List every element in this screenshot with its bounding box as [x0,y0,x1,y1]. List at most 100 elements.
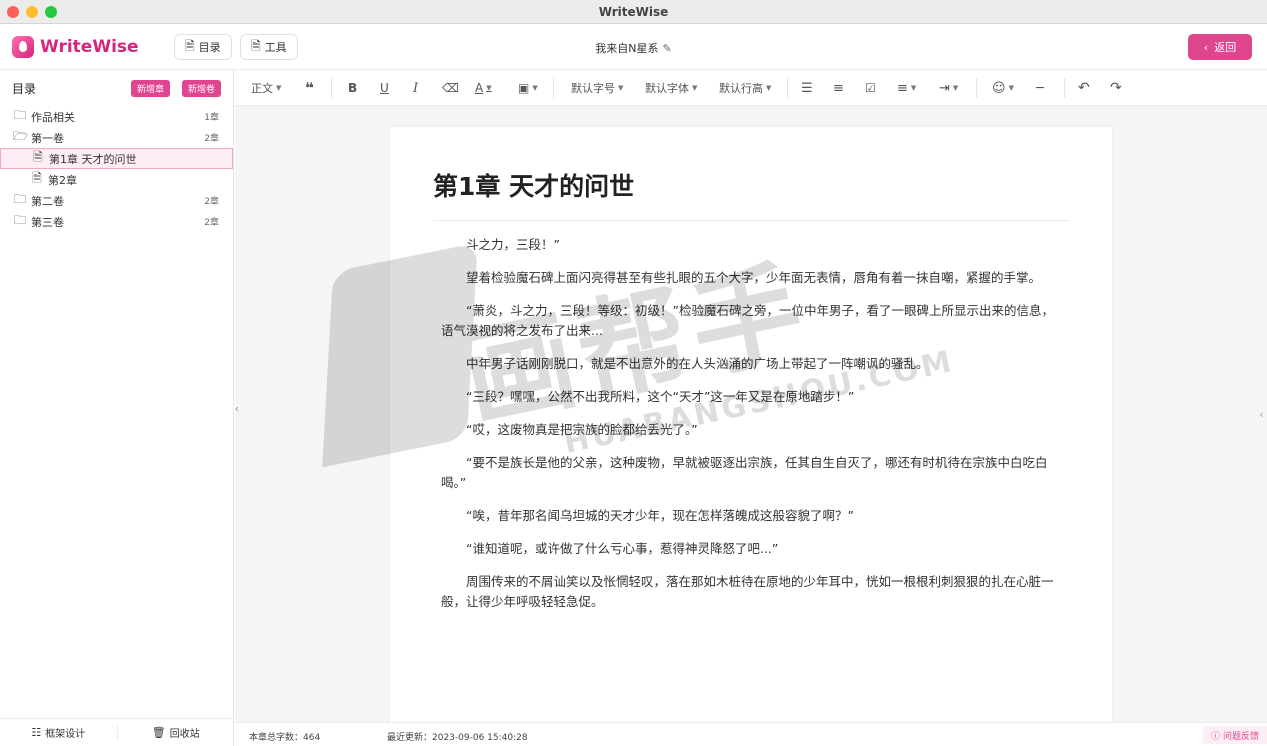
chevron-left-icon: ‹ [1259,407,1264,421]
horizontal-rule-icon: ─ [1036,80,1044,96]
framework-design-button[interactable]: ☷ 框架设计 [0,719,117,746]
font-family-dropdown[interactable]: 默认字体 ▼ [645,70,697,106]
folder-icon: 🗀 [13,192,26,206]
tree-item-count: 1章 [204,113,219,123]
undo-button[interactable]: ↶ [1078,70,1090,106]
tree-item-label: 第一卷 [31,131,64,145]
document-title-text: 我来自N星系 [595,42,659,55]
folder-icon: 🗀 [13,213,26,227]
bold-button[interactable]: B [348,70,357,106]
quote-button[interactable]: ❝ [305,70,314,106]
collapse-sidebar-toggle[interactable]: ‹ [231,397,243,419]
paragraph: 望着检验魔石碑上面闪亮得甚至有些扎眼的五个大字，少年面无表情，唇角有着一抹自嘲，… [466,270,1042,285]
toolbar-divider [553,78,554,98]
indent-dropdown[interactable]: ⇥ ▼ [939,70,958,106]
italic-button[interactable]: I [413,70,418,106]
toolbar-divider [331,78,332,98]
numbered-list-button[interactable]: ≡ [833,70,844,106]
font-color-icon: A [475,81,484,95]
document-page[interactable]: 第1章 天才的问世 斗之力，三段！” 望着检验魔石碑上面闪亮得甚至有些扎眼的五个… [390,127,1112,746]
underline-button[interactable]: U [380,70,389,106]
divider-button[interactable]: ─ [1036,70,1044,106]
font-family-value: 默认字体 [645,82,689,95]
paragraph: “萧炎，斗之力，三段！等级：初级！”检验魔石碑之旁，一位中年男子，看了一眼碑上所… [441,303,1054,338]
paragraph: “唉，昔年那名闻乌坦城的天才少年，现在怎样落魄成这般容貌了啊？” [466,508,854,523]
back-button[interactable]: ‹ 返回 [1188,34,1252,60]
numbered-list-icon: ≡ [833,80,844,96]
paragraph: “谁知道呢，或许做了什么亏心事，惹得神灵降怒了吧...” [466,541,779,556]
tree-item-label: 第二卷 [31,194,64,208]
sitemap-icon: ☷ [31,726,42,739]
italic-icon: I [413,80,419,96]
catalog-tree: 🗀 作品相关 1章 🗁 第一卷 2章 🗎 第1章 天才的问世 🗎 第2章 🗀 第… [0,106,233,232]
background-color-dropdown[interactable]: ▣ ▼ [518,70,538,106]
line-height-value: 默认行高 [719,82,763,95]
tree-item-volume-3[interactable]: 🗀 第三卷 2章 [0,211,233,232]
tree-item-chapter-2[interactable]: 🗎 第2章 [0,169,233,190]
toolbar-divider [787,78,788,98]
highlight-icon: ▣ [518,81,530,95]
underline-icon: U [380,81,389,95]
align-dropdown[interactable]: ≡ ▼ [897,70,916,106]
expand-right-panel-toggle[interactable]: ‹ [1256,403,1267,425]
quote-icon: ❝ [305,79,314,97]
paragraph: “哎，这废物真是把宗族的脸都给丢光了。” [466,422,698,437]
feedback-button[interactable]: ⓘ 问题反馈 [1202,726,1267,744]
folder-open-icon: 🗁 [13,129,28,143]
title-divider [433,220,1069,221]
trash-icon: 🗑 [151,726,166,739]
tree-item-label: 作品相关 [31,110,75,124]
chevron-left-icon: ‹ [1203,40,1209,54]
back-button-label: 返回 [1214,41,1237,54]
paragraph: 斗之力，三段！” [466,237,560,252]
eraser-icon: ⌫ [442,81,459,95]
window-titlebar: WriteWise [0,0,1267,24]
chevron-left-icon: ‹ [234,401,240,415]
edit-pencil-icon[interactable]: ✎ [663,42,672,55]
caret-down-icon: ▼ [766,84,772,92]
font-size-dropdown[interactable]: 默认字号 ▼ [571,70,623,106]
tree-item-label: 第2章 [48,173,77,187]
paragraph: “要不是族长是他的父亲，这种废物，早就被驱逐出宗族，任其自生自灭了，哪还有时机待… [441,455,1048,490]
caret-down-icon: ▼ [486,84,492,92]
task-list-button[interactable]: ☑ [865,70,876,106]
tree-item-volume-1[interactable]: 🗁 第一卷 2章 [0,127,233,148]
line-height-dropdown[interactable]: 默认行高 ▼ [719,70,771,106]
sidebar-header: 目录 新增章 新增卷 [0,70,233,106]
document-title[interactable]: 我来自N星系 ✎ [0,40,1267,56]
caret-down-icon: ▼ [276,84,282,92]
last-update: 最近更新：2023-09-06 15:40:28 [387,733,528,743]
redo-button[interactable]: ↷ [1110,70,1122,106]
chapter-body[interactable]: 斗之力，三段！” 望着检验魔石碑上面闪亮得甚至有些扎眼的五个大字，少年面无表情，… [441,235,1061,625]
emoji-dropdown[interactable]: ☺ ▼ [992,70,1014,106]
add-chapter-button[interactable]: 新增章 [130,79,170,97]
checkbox-icon: ☑ [865,81,876,95]
eraser-button[interactable]: ⌫ [442,70,459,106]
tree-item-label: 第1章 天才的问世 [49,152,137,166]
indent-icon: ⇥ [939,80,950,96]
catalog-sidebar: 目录 新增章 新增卷 🗀 作品相关 1章 🗁 第一卷 2章 🗎 第1章 天才的问… [0,70,234,746]
align-left-icon: ≡ [897,80,908,96]
toolbar-divider [1064,78,1065,98]
document-icon: 🗎 [32,171,42,185]
paragraph: 中年男子话刚刚脱口，就是不出意外的在人头汹涌的广场上带起了一阵嘲讽的骚乱。 [466,356,929,371]
tree-item-count: 2章 [204,218,219,228]
window-title: WriteWise [598,5,669,19]
bold-icon: B [348,81,358,95]
font-color-dropdown[interactable]: A ▼ [475,70,492,106]
caret-down-icon: ▼ [910,84,917,92]
add-volume-button[interactable]: 新增卷 [181,79,221,97]
redo-icon: ↷ [1110,80,1122,96]
tree-item-chapter-1[interactable]: 🗎 第1章 天才的问世 [0,148,233,169]
editor-area: 正文 ▼ ❝ B U I ⌫ A ▼ ▣ ▼ 默认字号 ▼ 默认字体 ▼ 默认行高 ▼ ☰ … [235,70,1267,746]
paragraph-style-dropdown[interactable]: 正文 ▼ [251,70,281,106]
bullet-list-button[interactable]: ☰ [801,70,813,106]
toolbar-divider [976,78,977,98]
word-count: 本章总字数：464 [249,733,321,743]
editor-toolbar: 正文 ▼ ❝ B U I ⌫ A ▼ ▣ ▼ 默认字号 ▼ 默认字体 ▼ 默认行高 ▼ ☰ … [235,70,1267,106]
recycle-bin-button[interactable]: 🗑 回收站 [118,719,235,746]
feedback-label: 问题反馈 [1222,731,1259,742]
tree-item-volume-2[interactable]: 🗀 第二卷 2章 [0,190,233,211]
tree-item-works-related[interactable]: 🗀 作品相关 1章 [0,106,233,127]
chapter-title[interactable]: 第1章 天才的问世 [433,167,634,203]
